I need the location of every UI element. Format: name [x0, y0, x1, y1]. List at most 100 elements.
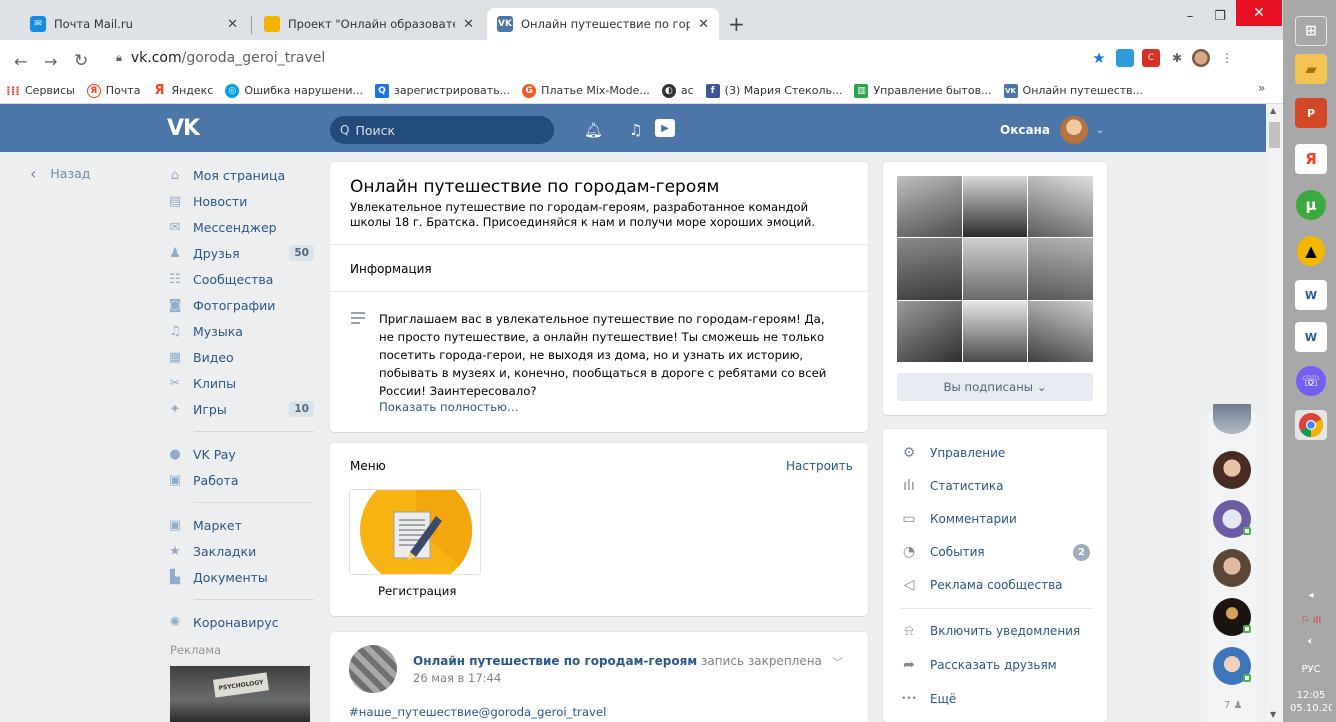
post-author[interactable]: Онлайн путешествие по городам-героям	[413, 654, 697, 668]
nav-item-music[interactable]: ♫ Музыка	[168, 318, 314, 344]
post-date[interactable]: 26 мая в 17:44	[413, 671, 501, 685]
tab-active-vk[interactable]: VK Онлайн путешествие по города ✕	[487, 8, 719, 40]
action-more[interactable]: ••• Ещё	[900, 689, 1096, 709]
bookmark[interactable]: ▥ Управление бытов...	[854, 83, 992, 98]
bookmark[interactable]: Qзарегистрировать...	[375, 83, 510, 98]
word-icon[interactable]: W	[1295, 322, 1327, 352]
avatar[interactable]	[1213, 404, 1251, 434]
nav-item-communities[interactable]: ☷ Сообщества	[168, 266, 314, 292]
clock-time[interactable]: 12:05	[1290, 690, 1332, 701]
search-icon: Q	[375, 83, 389, 98]
tab-mail[interactable]: ✉ Почта Mail.ru ✕	[20, 8, 248, 40]
user-menu[interactable]: Оксана ⌄	[1000, 116, 1104, 144]
scroll-up-icon[interactable]: ▲	[1270, 106, 1276, 115]
nav-item-messenger[interactable]: ✉ Мессенджер	[168, 214, 314, 240]
action-notifications[interactable]: ⍾ Включить уведомления	[900, 621, 1096, 641]
powerpoint-icon[interactable]: P	[1295, 98, 1327, 128]
extension-icon[interactable]: C	[1142, 49, 1160, 67]
nav-item-coronavirus[interactable]: ✺ Коронавирус	[168, 609, 314, 635]
search-box[interactable]: Q	[330, 116, 554, 144]
address-bar[interactable]: 🔒︎ vk.com/goroda_geroi_travel	[116, 44, 1076, 72]
restore-button[interactable]: ❐	[1208, 4, 1232, 28]
post-hashtag[interactable]: #наше_путешествие@goroda_geroi_travel	[349, 705, 606, 719]
nav-item-vkpay[interactable]: ● VK Pay	[168, 441, 314, 467]
app-icon[interactable]: ▲	[1297, 236, 1325, 266]
back-arrow-icon[interactable]: ←	[14, 52, 27, 71]
volume-icon[interactable]: 🔈︎	[1290, 636, 1332, 647]
puzzle-icon[interactable]: ✱	[1168, 49, 1186, 67]
bookmark[interactable]: f (3) Мария Стеколь...	[705, 83, 842, 98]
show-more-link[interactable]: Показать полностью…	[379, 400, 519, 414]
star-icon[interactable]: ★	[1090, 49, 1108, 67]
forward-arrow-icon[interactable]: →	[44, 52, 57, 71]
window-close-button[interactable]: ✕	[1236, 0, 1282, 26]
word-icon[interactable]: W	[1295, 280, 1327, 310]
music-icon[interactable]: ♫	[629, 121, 642, 139]
page-scrollbar[interactable]: ▲ ▼	[1266, 104, 1283, 722]
nav-item-games[interactable]: ✦ Игры 10	[168, 396, 314, 422]
viber-icon[interactable]: ☏	[1296, 366, 1326, 396]
subscribed-button[interactable]: Вы подписаны ⌄	[897, 373, 1093, 401]
menu-item-registration[interactable]	[349, 489, 481, 575]
close-icon[interactable]: ✕	[698, 17, 709, 32]
close-icon[interactable]: ✕	[463, 17, 474, 32]
nav-item-bookmarks[interactable]: ★ Закладки	[168, 538, 314, 564]
profile-icon[interactable]	[1192, 49, 1210, 67]
action-manage[interactable]: ⚙ Управление	[900, 443, 1096, 463]
clock-date[interactable]: 05.10.202	[1290, 703, 1332, 714]
task-view-icon[interactable]: ⊞	[1295, 16, 1327, 46]
bell-icon[interactable]: 🔔︎	[584, 121, 603, 139]
action-comments[interactable]: ▭ Комментарии	[900, 509, 1096, 529]
nav-item-news[interactable]: ▤ Новости	[168, 188, 314, 214]
new-tab-button[interactable]: +	[728, 12, 745, 36]
tray-arrow-icon[interactable]: ◂	[1290, 590, 1332, 601]
torrent-icon[interactable]: µ	[1296, 190, 1326, 220]
bookmarks-overflow-button[interactable]: »	[1258, 81, 1265, 95]
bookmark[interactable]: VK Онлайн путешеств...	[1003, 83, 1143, 98]
vk-logo[interactable]: VK	[167, 116, 200, 141]
nav-item-clips[interactable]: ✂ Клипы	[168, 370, 314, 396]
minimize-button[interactable]: –	[1178, 4, 1202, 28]
group-photo[interactable]	[897, 176, 1093, 362]
nav-item-jobs[interactable]: ▣ Работа	[168, 467, 314, 493]
scrollbar-thumb[interactable]	[1269, 122, 1280, 148]
kebab-menu-icon[interactable]: ⋮	[1218, 49, 1236, 67]
tab-project[interactable]: Проект "Онлайн образовательн ✕	[254, 8, 484, 40]
bookmark[interactable]: Я Почта	[86, 83, 140, 98]
bookmark[interactable]: ⁞⁞⁞ Сервисы	[6, 84, 75, 98]
menu-setup-link[interactable]: Настроить	[786, 459, 853, 473]
ad-image[interactable]: PSYCHOLOGY	[170, 666, 310, 722]
action-events[interactable]: ◔ События 2	[900, 542, 1090, 562]
post-avatar[interactable]	[349, 645, 397, 693]
globe-icon: ◐	[661, 83, 676, 98]
language-indicator[interactable]: РУС	[1290, 664, 1332, 675]
nav-item-documents[interactable]: ▙ Документы	[168, 564, 314, 590]
nav-item-my-page[interactable]: ⌂ Моя страница	[168, 162, 314, 188]
nav-item-market[interactable]: ▣ Маркет	[168, 512, 314, 538]
yandex-browser-icon[interactable]: Я	[1295, 144, 1327, 174]
nav-item-video[interactable]: ▦ Видео	[168, 344, 314, 370]
bookmark[interactable]: G Платье Mix-Mode...	[522, 83, 650, 98]
nav-item-photos[interactable]: ◙ Фотографии	[168, 292, 314, 318]
avatar[interactable]	[1213, 451, 1251, 489]
play-icon[interactable]: ▶	[655, 119, 675, 137]
bookmark[interactable]: Я Яндекс	[152, 83, 213, 98]
folder-icon[interactable]: ▰	[1295, 54, 1327, 84]
close-icon[interactable]: ✕	[227, 17, 238, 32]
bookmark[interactable]: ◎ Ошибка нарушени...	[225, 83, 363, 98]
chrome-icon[interactable]	[1295, 410, 1327, 440]
network-icon[interactable]: ⚐ ıll	[1290, 615, 1332, 626]
scroll-down-icon[interactable]: ▼	[1270, 710, 1276, 719]
action-ads[interactable]: ◁ Реклама сообщества	[900, 575, 1096, 595]
bookmark[interactable]: ◐ ас	[661, 83, 694, 98]
action-share[interactable]: ➦ Рассказать друзьям	[900, 655, 1096, 675]
action-statistics[interactable]: ılı Статистика	[900, 476, 1096, 496]
online-count[interactable]: 7 ♟	[1224, 700, 1243, 711]
extension-icon[interactable]	[1116, 49, 1134, 67]
search-input[interactable]	[355, 122, 536, 138]
avatar[interactable]	[1213, 549, 1251, 587]
nav-item-friends[interactable]: ♟ Друзья 50	[168, 240, 314, 266]
back-link[interactable]: ‹ Назад	[30, 164, 90, 183]
chevron-down-icon[interactable]: ﹀	[832, 654, 843, 670]
reload-icon[interactable]: ↻	[74, 51, 88, 71]
